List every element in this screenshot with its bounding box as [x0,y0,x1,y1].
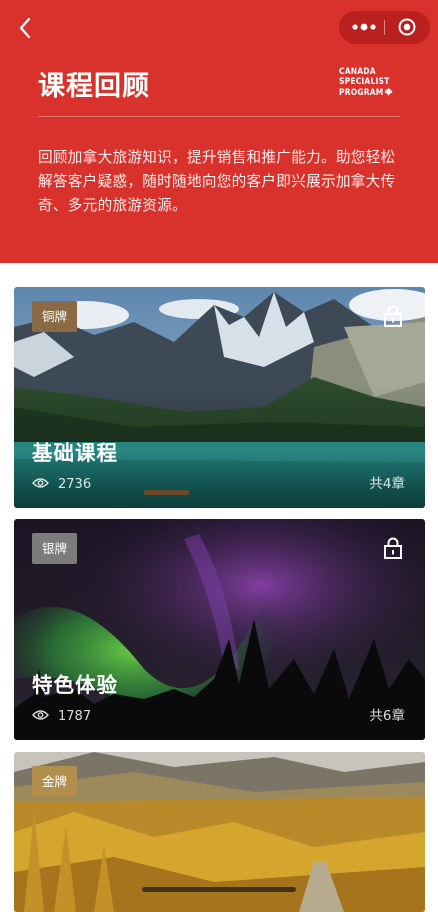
view-count-value: 1787 [58,709,92,724]
capsule-divider [384,20,385,35]
canada-specialist-program-logo: CANADA SPECIALIST PROGRAM [339,66,403,100]
eye-icon [32,478,49,488]
page-header: 课程回顾 CANADA SPECIALIST PROGRAM 回顾加拿大旅游知识… [0,0,438,263]
course-card-basic[interactable]: 铜牌 基础课程 2736 共4章 [14,287,425,508]
mini-program-capsule [339,11,430,44]
chapter-count: 共4章 [369,476,405,492]
chevron-left-icon[interactable] [14,14,38,42]
logo-line-1: CANADA [339,66,376,76]
maple-leaf-icon [384,87,394,96]
home-indicator [142,887,296,892]
gold-badge: 金牌 [32,766,78,797]
page-description: 回顾加拿大旅游知识，提升销售和推广能力。助您轻松解答客户疑惑，随时随地向您的客户… [38,149,396,214]
header-divider [38,116,400,117]
lock-icon [384,305,402,327]
target-icon[interactable] [398,18,416,36]
logo-line-2: SPECIALIST [339,76,390,87]
course-card-featured[interactable]: 银牌 特色体验 1787 共6章 [14,519,425,740]
page-title: 课程回顾 [38,71,150,102]
bronze-badge: 铜牌 [32,301,78,332]
course-title: 特色体验 [32,673,118,697]
logo-line-3: PROGRAM [339,87,403,97]
eye-icon [32,710,49,720]
view-count-value: 2736 [58,477,92,492]
silver-badge: 银牌 [32,533,78,564]
view-count: 1787 [32,709,91,725]
chapter-count: 共6章 [369,708,405,724]
more-dots-icon[interactable] [351,19,377,35]
lock-icon [384,537,402,559]
view-count: 2736 [32,477,91,493]
course-title: 基础课程 [32,441,118,465]
